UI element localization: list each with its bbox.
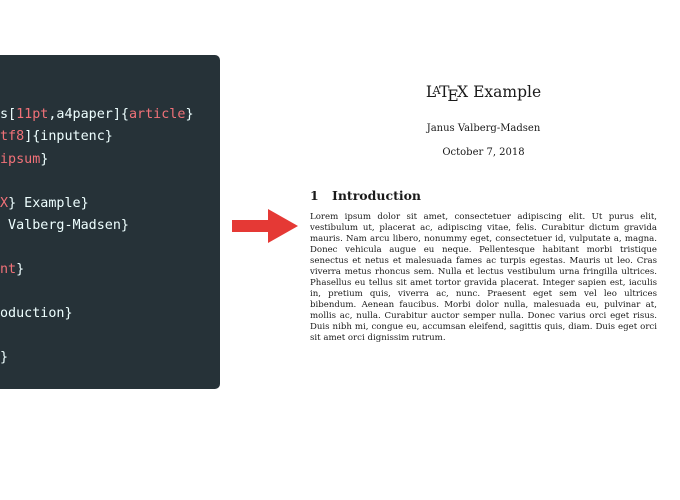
latex-logo-x: X — [457, 83, 469, 102]
arrow-shape — [232, 209, 298, 243]
code-line: X} Example} — [0, 195, 220, 213]
code-token-highlight: 11pt — [16, 107, 49, 122]
code-token-highlight: tf8 — [0, 129, 25, 144]
code-line: oduction} — [0, 305, 220, 323]
code-token-highlight: article — [129, 107, 186, 122]
code-token: } — [16, 262, 25, 277]
code-token: } — [0, 350, 9, 365]
code-line: nt} — [0, 261, 220, 279]
diagram-canvas: s[11pt,a4paper]{article} tf8]{inputenc} ip… — [0, 0, 680, 500]
code-token-highlight: ipsum — [0, 152, 41, 167]
code-token: Valberg-Madsen} — [0, 218, 129, 233]
document-author: Janus Valberg-Madsen — [426, 122, 541, 134]
body-paragraph: Lorem ipsum dolor sit amet, consectetuer… — [310, 211, 657, 343]
code-token-highlight: X — [0, 196, 9, 211]
code-line: tf8]{inputenc} — [0, 128, 220, 146]
code-token: ,a4paper]{ — [48, 107, 129, 122]
code-token: } — [185, 107, 194, 122]
code-token: } Example} — [8, 196, 89, 211]
code-token: oduction} — [0, 306, 73, 321]
code-token: s[ — [0, 107, 17, 122]
code-token-highlight: nt — [0, 262, 17, 277]
code-line: } — [0, 349, 220, 367]
document-title: LATEX Example — [310, 78, 657, 109]
code-line: Valberg-Madsen} — [0, 217, 220, 235]
code-token: } — [40, 152, 49, 167]
code-line: s[11pt,a4paper]{article} — [0, 106, 201, 124]
document-title-rest: Example — [468, 83, 542, 102]
code-line: ipsum} — [0, 151, 220, 169]
code-token: ]{inputenc} — [24, 129, 113, 144]
rendered-document: LATEX Example Janus Valberg-Madsen Octob… — [310, 78, 657, 344]
section-title: Introduction — [332, 187, 422, 203]
latex-logo: LATEX — [426, 83, 469, 104]
arrow-right-icon — [232, 209, 298, 243]
section-number: 1 — [310, 187, 319, 203]
document-date: October 7, 2018 — [442, 146, 525, 158]
code-editor-panel: s[11pt,a4paper]{article} tf8]{inputenc} ip… — [0, 55, 220, 389]
section-heading: 1 Introduction — [310, 188, 657, 204]
